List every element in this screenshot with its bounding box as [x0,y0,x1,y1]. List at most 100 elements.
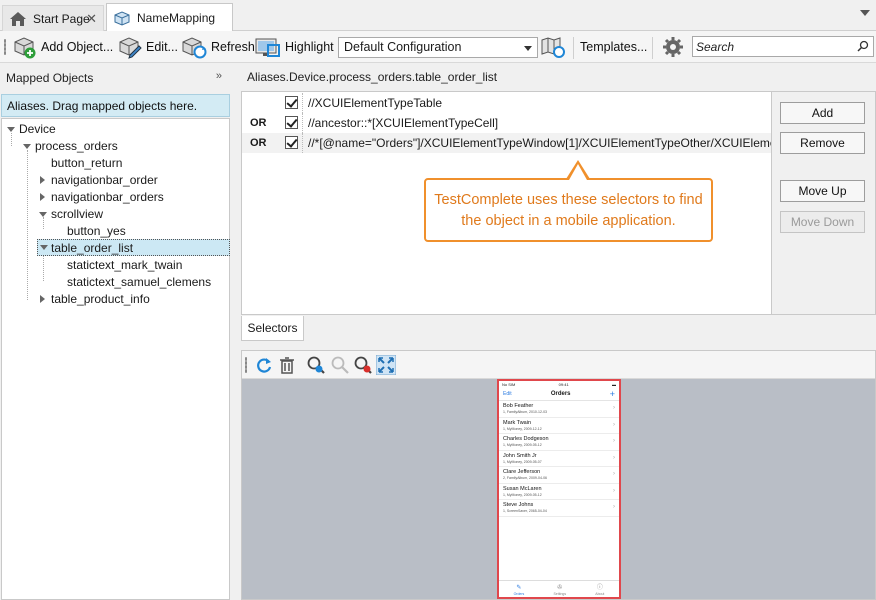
selector-row[interactable]: OR //ancestor::*[XCUIElementTypeCell] [242,113,771,133]
configuration-value: Default Configuration [344,40,462,54]
phone-order-row: Mark Twain 1, MyMoney, 2009-12-12 › [499,418,619,434]
wrench-icon: ✇ [557,585,563,591]
highlight-button[interactable]: Highlight [254,34,334,60]
tree-node-button-return[interactable]: button_return [37,155,177,172]
phone-edit-button: Edit [503,391,512,397]
search-icon[interactable] [857,40,869,52]
order-name: Charles Dodgeson [503,436,549,442]
tree-node-label: table_order_list [51,241,134,255]
tree-node-table-product-info[interactable]: table_product_info [37,291,197,308]
home-icon [10,11,26,26]
tree-node-scrollview[interactable]: scrollview [37,206,157,223]
toolbar-grip[interactable] [245,357,247,373]
order-detail: 1, MyMoney, 2009-12-12 [503,426,542,431]
selector-buttons-panel [772,91,876,315]
tree-node-statictext-samuel-clemens[interactable]: statictext_samuel_clemens [53,274,228,291]
highlight-label: Highlight [285,40,334,54]
tree-node-button-yes[interactable]: button_yes [53,223,173,240]
tab-start-page[interactable]: Start Page ✕ [2,5,104,31]
phone-tab-orders: ✎ Orders [514,581,525,597]
phone-tabbar: ✎ Orders ✇ Settings ⓘ About [499,580,619,597]
zoom-in-icon[interactable] [306,355,326,375]
mapped-objects-tree[interactable]: Device process_orders button_return navi… [1,118,230,600]
tree-node-table-order-list[interactable]: table_order_list [37,239,230,256]
expand-arrow-icon[interactable] [40,295,45,303]
selector-checkbox[interactable] [285,136,298,149]
phone-order-row: Bob Feather 1, FamilyAlbum, 2010-12-03 › [499,401,619,418]
mapped-objects-header: Mapped Objects » [0,64,232,90]
phone-tab-about: ⓘ About [595,581,604,597]
tab-list-dropdown-icon[interactable] [860,10,870,16]
chevron-right-icon: › [613,471,615,477]
settings-button[interactable] [662,34,687,60]
tree-node-label: button_yes [67,224,126,238]
selector-checkbox[interactable] [285,116,298,129]
selector-text[interactable]: //XCUIElementTypeTable [308,93,442,113]
chevron-down-icon [524,46,532,51]
tab-selectors[interactable]: Selectors [241,316,304,341]
selector-text[interactable]: //*[@name="Orders"]/XCUIElementTypeWindo… [308,133,771,153]
phone-tab-label: About [595,592,605,596]
refresh-button[interactable]: Refresh [180,34,255,60]
refresh-icon[interactable] [254,355,274,375]
phone-order-row: Susan McLaren 1, MyMoney, 2009-05-12 › [499,484,619,500]
tree-node-navigationbar-orders[interactable]: navigationbar_orders [37,189,207,206]
tree-node-statictext-mark-twain[interactable]: statictext_mark_twain [53,257,223,274]
aliases-hint: Aliases. Drag mapped objects here. [7,99,198,113]
tree-node-label: process_orders [35,139,118,153]
toolbar-grip[interactable] [4,39,6,55]
selector-row[interactable]: //XCUIElementTypeTable [242,93,771,113]
expand-arrow-icon[interactable] [40,245,48,250]
selector-checkbox[interactable] [285,96,298,109]
pencil-icon: ✎ [516,585,522,591]
order-name: John Smith Jr [503,452,537,459]
phone-tab-settings: ✇ Settings [553,581,566,597]
chevron-right-icon: › [613,421,615,428]
refresh-object-icon [182,37,207,59]
selector-operator: OR [250,117,267,129]
trash-icon[interactable] [277,355,297,375]
search-input[interactable]: Search [692,36,874,57]
map-configuration-button[interactable] [540,34,571,60]
tree-node-label: navigationbar_orders [51,190,164,204]
add-selector-button[interactable]: Add [780,102,865,124]
expand-arrow-icon[interactable] [40,176,45,184]
fit-to-window-icon[interactable] [376,355,396,375]
phone-tab-label: Settings [553,592,567,596]
collapse-chevron-icon[interactable]: » [216,70,222,82]
tree-node-device[interactable]: Device [5,121,125,138]
expand-arrow-icon[interactable] [40,193,45,201]
edit-button[interactable]: Edit... [117,34,178,60]
order-detail: 1, MyMoney, 2009-05-12 [503,492,542,497]
namemapping-icon [114,10,130,26]
remove-selector-button[interactable]: Remove [780,132,865,154]
order-name: Susan McLaren [503,485,542,492]
expand-arrow-icon[interactable] [39,212,47,217]
order-name: Clare Jefferson [503,469,541,475]
configuration-select[interactable]: Default Configuration [338,37,538,58]
edit-label: Edit... [146,40,178,54]
order-detail: 1, ScreenSaver, 2065-04-04 [503,509,547,513]
tree-node-navigationbar-order[interactable]: navigationbar_order [37,172,197,189]
chevron-right-icon: › [613,487,615,494]
column-divider [302,113,303,133]
phone-time: 09:41 [558,382,569,387]
templates-button[interactable]: Templates... [580,34,647,60]
selector-row[interactable]: OR //*[@name="Orders"]/XCUIElementTypeWi… [242,133,771,153]
move-down-button: Move Down [780,211,865,233]
edit-object-icon [119,37,142,59]
add-object-button[interactable]: Add Object... [12,34,113,60]
aliases-drop-zone[interactable]: Aliases. Drag mapped objects here. [1,94,230,117]
phone-order-row: Steve Johns 1, ScreenSaver, 2065-04-04 › [499,500,619,517]
expand-arrow-icon[interactable] [23,144,31,149]
selector-text[interactable]: //ancestor::*[XCUIElementTypeCell] [308,113,498,133]
close-tab-icon[interactable]: ✕ [86,11,97,27]
move-up-button[interactable]: Move Up [780,180,865,202]
order-name: Mark Twain [503,419,532,426]
zoom-out-icon[interactable] [353,355,373,375]
expand-arrow-icon[interactable] [7,127,15,132]
tab-namemapping[interactable]: NameMapping [106,3,233,32]
phone-order-row: Clare Jefferson 2, FamilyAlbum, 2009-04-0… [499,467,619,484]
battery-icon: ▬ [611,382,616,387]
tree-node-process-orders[interactable]: process_orders [21,138,161,155]
